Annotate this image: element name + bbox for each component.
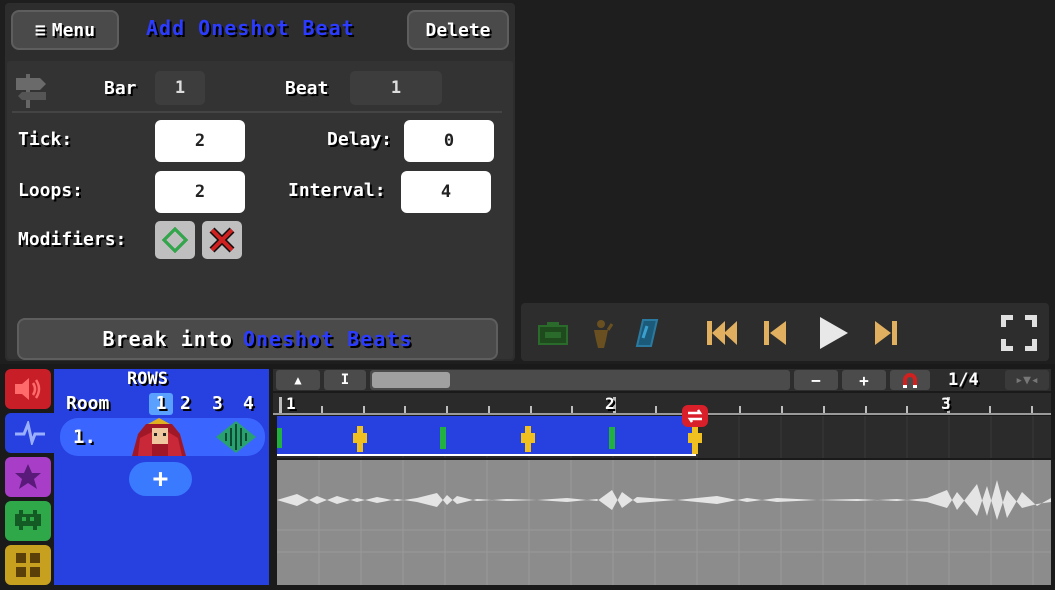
- height-button[interactable]: I: [324, 370, 366, 390]
- divider: [12, 111, 502, 113]
- signpost-icon: [12, 70, 52, 114]
- caret-up-icon: ▲: [294, 373, 302, 387]
- row-number: 1.: [73, 426, 96, 448]
- camera-icon[interactable]: [537, 320, 569, 352]
- loops-field[interactable]: 2: [155, 171, 245, 213]
- row-wave-icon[interactable]: [214, 419, 258, 459]
- play-icon[interactable]: [816, 315, 850, 355]
- filter-button[interactable]: ▸▼◂: [1005, 370, 1049, 390]
- bar-number-3: 3: [941, 394, 951, 413]
- fullscreen-icon[interactable]: [999, 313, 1039, 357]
- bar-label: Bar: [104, 78, 137, 99]
- delay-field[interactable]: 0: [404, 120, 494, 162]
- delay-label: Delay:: [327, 129, 393, 150]
- room-label: Room: [66, 393, 110, 414]
- loops-label: Loops:: [18, 180, 84, 201]
- tick-label: Tick:: [18, 129, 73, 150]
- beat-label: Beat: [285, 78, 329, 99]
- grid-icon: [16, 553, 40, 577]
- tab-decorations[interactable]: [5, 545, 51, 585]
- filter-icon: ▸▼◂: [1015, 372, 1039, 388]
- invader-icon: [15, 510, 41, 530]
- bar-number-2: 2: [605, 394, 615, 413]
- collapse-button[interactable]: ▲: [276, 370, 320, 390]
- previous-icon[interactable]: [762, 318, 788, 352]
- page-title: Add Oneshot Beat: [146, 16, 355, 40]
- rows-title: ROWS: [127, 369, 168, 389]
- menu-button[interactable]: ≡ Menu: [11, 10, 119, 50]
- hamburger-icon: ≡: [34, 19, 46, 41]
- zoom-out-button[interactable]: −: [794, 370, 838, 390]
- snap-magnet-button[interactable]: [890, 370, 930, 390]
- room-tab-2[interactable]: 2: [180, 393, 191, 414]
- add-row-button[interactable]: +: [129, 462, 192, 496]
- room-tab-1[interactable]: 1: [149, 393, 173, 415]
- plus-icon: +: [152, 464, 169, 494]
- tab-rooms[interactable]: [5, 501, 51, 541]
- magnet-icon: [903, 373, 917, 388]
- loop-icon: [681, 404, 709, 432]
- samurai-avatar: [124, 416, 194, 460]
- zoom-in-button[interactable]: +: [842, 370, 886, 390]
- break-into-oneshot-button[interactable]: Break into Oneshot Beats: [17, 318, 498, 360]
- resize-vertical-icon: I: [340, 372, 350, 388]
- tab-actions[interactable]: [5, 457, 51, 497]
- freeze-modifier-icon[interactable]: [155, 221, 195, 259]
- cancel-modifier-icon[interactable]: [202, 221, 242, 259]
- room-icon[interactable]: [633, 318, 659, 354]
- delete-button[interactable]: Delete: [407, 10, 509, 50]
- break-prefix: Break into: [102, 327, 233, 351]
- tab-rows[interactable]: [5, 413, 55, 453]
- snap-value[interactable]: 1/4: [948, 370, 979, 390]
- room-tab-4[interactable]: 4: [243, 393, 254, 414]
- timeline-scrollbar-thumb[interactable]: [372, 372, 450, 388]
- break-highlight: Oneshot Beats: [242, 327, 413, 351]
- character-icon[interactable]: [588, 318, 614, 354]
- oneshot-beat-markers: [277, 416, 707, 462]
- menu-label: Menu: [51, 19, 96, 41]
- star-icon: [15, 464, 41, 489]
- audio-waveform: [277, 460, 1051, 589]
- bar-field[interactable]: 1: [155, 71, 205, 105]
- modifiers-label: Modifiers:: [18, 229, 127, 250]
- bar-number-1: 1: [286, 394, 296, 413]
- room-tab-3[interactable]: 3: [212, 393, 223, 414]
- next-icon[interactable]: [873, 318, 899, 352]
- pulse-icon: [15, 421, 45, 445]
- tab-sounds[interactable]: [5, 369, 51, 409]
- tick-field[interactable]: 2: [155, 120, 245, 162]
- beat-field[interactable]: 1: [350, 71, 442, 105]
- skip-to-start-icon[interactable]: [705, 318, 739, 352]
- interval-field[interactable]: 4: [401, 171, 491, 213]
- interval-label: Interval:: [288, 180, 386, 201]
- speaker-icon: [15, 378, 41, 400]
